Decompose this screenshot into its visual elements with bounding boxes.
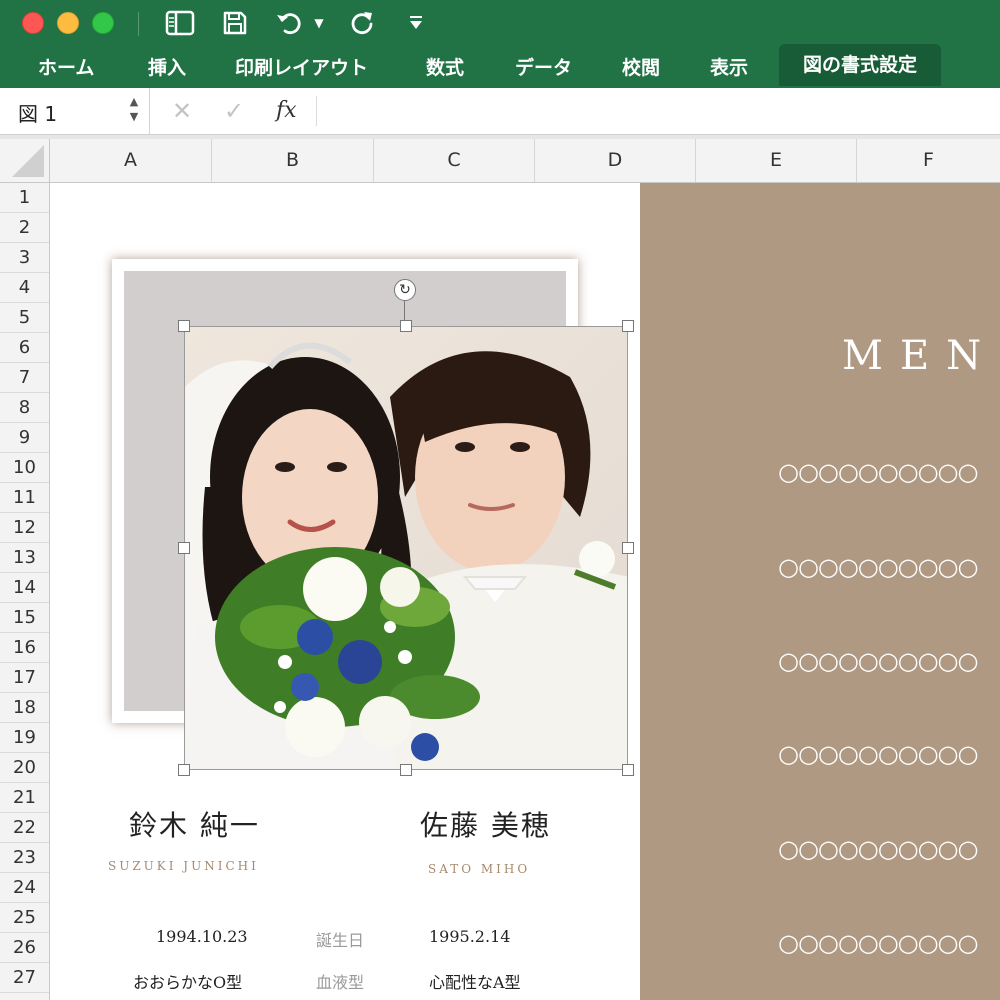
customize-toolbar-icon[interactable] (402, 8, 430, 38)
cancel-icon[interactable]: ✕ (172, 96, 192, 126)
row-header[interactable]: 16 (0, 633, 49, 663)
row-header[interactable]: 11 (0, 483, 49, 513)
row-header[interactable]: 10 (0, 453, 49, 483)
column-header-c[interactable]: C (374, 139, 535, 182)
resize-handle-bottom-right[interactable] (622, 764, 634, 776)
resize-handle-bottom[interactable] (400, 764, 412, 776)
row-header[interactable]: 5 (0, 303, 49, 333)
bride-blood-type: 心配性なA型 (429, 973, 521, 992)
tab-view[interactable]: 表示 (710, 48, 748, 88)
row-header[interactable]: 12 (0, 513, 49, 543)
column-header-e[interactable]: E (696, 139, 857, 182)
menu-panel: MENU ○○○○○○○○○○ ○○○○○○○○○○ ○○○○○○○○○○ ○○… (640, 183, 1000, 1000)
name-box[interactable]: 図 1 ▲ ▼ (0, 88, 150, 134)
insert-function-button[interactable]: fx (276, 96, 297, 126)
worksheet-area[interactable]: MENU ○○○○○○○○○○ ○○○○○○○○○○ ○○○○○○○○○○ ○○… (51, 183, 1000, 1000)
select-all-corner[interactable] (0, 139, 50, 183)
close-window-button[interactable] (22, 12, 44, 34)
row-header[interactable]: 23 (0, 843, 49, 873)
ribbon-tab-bar: ホーム 挿入 印刷レイアウト 数式 データ 校閲 表示 図の書式設定 (0, 44, 1000, 88)
blood-type-label: 血液型 (316, 973, 365, 992)
name-box-stepper-icon[interactable]: ▲ ▼ (126, 94, 142, 128)
bride-name-roman: SATO MIHO (428, 862, 531, 876)
resize-handle-top-right[interactable] (622, 320, 634, 332)
tab-picture-format[interactable]: 図の書式設定 (779, 44, 942, 86)
groom-name: 鈴木 純一 (129, 809, 260, 842)
column-header-bar: A B C D E F (0, 139, 1000, 183)
birthday-label: 誕生日 (316, 931, 365, 950)
undo-icon[interactable] (272, 8, 308, 38)
bride-birthday: 1995.2.14 (429, 927, 511, 946)
column-header-a[interactable]: A (50, 139, 212, 182)
menu-item: ○○○○○○○○○○ (778, 835, 978, 863)
row-header[interactable]: 2 (0, 213, 49, 243)
row-header[interactable]: 17 (0, 663, 49, 693)
redo-icon[interactable] (346, 8, 380, 38)
resize-handle-top-left[interactable] (178, 320, 190, 332)
row-header[interactable]: 19 (0, 723, 49, 753)
save-icon[interactable] (218, 8, 252, 38)
row-header[interactable]: 25 (0, 903, 49, 933)
formula-bar: 図 1 ▲ ▼ ✕ ✓ fx (0, 88, 1000, 135)
tab-data[interactable]: データ (515, 48, 572, 88)
column-header-d[interactable]: D (535, 139, 696, 182)
couple-photo[interactable] (184, 326, 628, 770)
row-header[interactable]: 1 (0, 183, 49, 213)
groom-blood-type: おおらかなO型 (133, 973, 243, 992)
groom-name-roman: SUZUKI JUNICHI (108, 859, 259, 873)
menu-item: ○○○○○○○○○○ (778, 458, 978, 486)
row-header[interactable]: 15 (0, 603, 49, 633)
row-header[interactable]: 20 (0, 753, 49, 783)
row-header[interactable]: 6 (0, 333, 49, 363)
sidebar-toggle-icon[interactable] (162, 8, 198, 38)
column-header-f[interactable]: F (857, 139, 1000, 182)
tab-page-layout[interactable]: 印刷レイアウト (235, 48, 368, 88)
minimize-window-button[interactable] (57, 12, 79, 34)
column-header-b[interactable]: B (212, 139, 374, 182)
bride-name: 佐藤 美穂 (420, 809, 551, 842)
row-header[interactable]: 22 (0, 813, 49, 843)
title-bar: ▼ (0, 0, 1000, 48)
menu-item: ○○○○○○○○○○ (778, 929, 978, 957)
row-header[interactable]: 21 (0, 783, 49, 813)
menu-item: ○○○○○○○○○○ (778, 553, 978, 581)
resize-handle-top[interactable] (400, 320, 412, 332)
maximize-window-button[interactable] (92, 12, 114, 34)
row-header-bar: 1 2 3 4 5 6 7 8 9 10 11 12 13 14 15 16 1… (0, 183, 50, 1000)
row-header[interactable]: 18 (0, 693, 49, 723)
resize-handle-bottom-left[interactable] (178, 764, 190, 776)
row-header[interactable]: 24 (0, 873, 49, 903)
formula-divider (316, 96, 317, 126)
name-box-value: 図 1 (18, 102, 58, 126)
row-header[interactable]: 26 (0, 933, 49, 963)
row-header[interactable]: 14 (0, 573, 49, 603)
row-header[interactable]: 7 (0, 363, 49, 393)
tab-review[interactable]: 校閲 (622, 48, 660, 88)
row-header[interactable]: 27 (0, 963, 49, 993)
row-header[interactable]: 9 (0, 423, 49, 453)
confirm-icon[interactable]: ✓ (224, 96, 244, 126)
undo-dropdown-chevron-icon[interactable]: ▼ (310, 8, 328, 38)
tab-home[interactable]: ホーム (38, 48, 94, 88)
rotation-stem (404, 301, 405, 322)
tab-formulas[interactable]: 数式 (426, 48, 464, 88)
row-header[interactable]: 8 (0, 393, 49, 423)
tab-insert[interactable]: 挿入 (148, 48, 186, 88)
row-header[interactable]: 28 (0, 993, 49, 1000)
rotate-handle-icon[interactable]: ↻ (394, 279, 416, 301)
toolbar-divider (138, 12, 139, 36)
menu-item: ○○○○○○○○○○ (778, 647, 978, 675)
formula-input[interactable] (330, 96, 990, 126)
resize-handle-left[interactable] (178, 542, 190, 554)
menu-item: ○○○○○○○○○○ (778, 740, 978, 768)
row-header[interactable]: 13 (0, 543, 49, 573)
groom-birthday: 1994.10.23 (156, 927, 248, 946)
row-header[interactable]: 4 (0, 273, 49, 303)
row-header[interactable]: 3 (0, 243, 49, 273)
resize-handle-right[interactable] (622, 542, 634, 554)
menu-title: MENU (842, 333, 1000, 379)
